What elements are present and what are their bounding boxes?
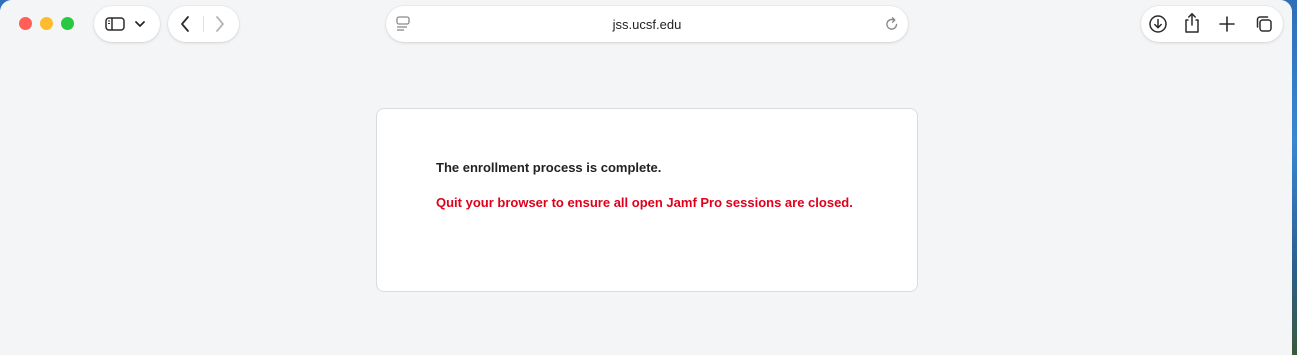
chevron-left-icon[interactable] <box>179 15 191 33</box>
toolbar-actions <box>1141 6 1283 42</box>
navigation-controls <box>168 6 239 42</box>
chevron-down-icon[interactable] <box>134 19 146 29</box>
enrollment-complete-message: The enrollment process is complete. <box>436 160 662 175</box>
chevron-right-icon[interactable] <box>214 15 226 33</box>
minimize-window-button[interactable] <box>40 17 53 30</box>
quit-browser-warning: Quit your browser to ensure all open Jam… <box>436 195 853 210</box>
sidebar-icon[interactable] <box>104 15 126 33</box>
browser-window: jss.ucsf.edu The enrollment process is c… <box>0 0 1292 355</box>
url-text[interactable]: jss.ucsf.edu <box>613 17 682 32</box>
download-icon[interactable] <box>1148 14 1168 34</box>
address-bar[interactable]: jss.ucsf.edu <box>386 6 908 42</box>
tabs-overview-icon[interactable] <box>1254 14 1274 34</box>
page-menu-icon[interactable] <box>394 14 412 34</box>
maximize-window-button[interactable] <box>61 17 74 30</box>
close-window-button[interactable] <box>19 17 32 30</box>
reload-icon[interactable] <box>884 15 900 33</box>
nav-divider <box>203 16 204 32</box>
enrollment-card: The enrollment process is complete. Quit… <box>376 108 918 292</box>
plus-icon[interactable] <box>1218 15 1236 33</box>
browser-toolbar: jss.ucsf.edu <box>0 0 1292 52</box>
share-icon[interactable] <box>1183 12 1201 34</box>
sidebar-control <box>94 6 160 42</box>
